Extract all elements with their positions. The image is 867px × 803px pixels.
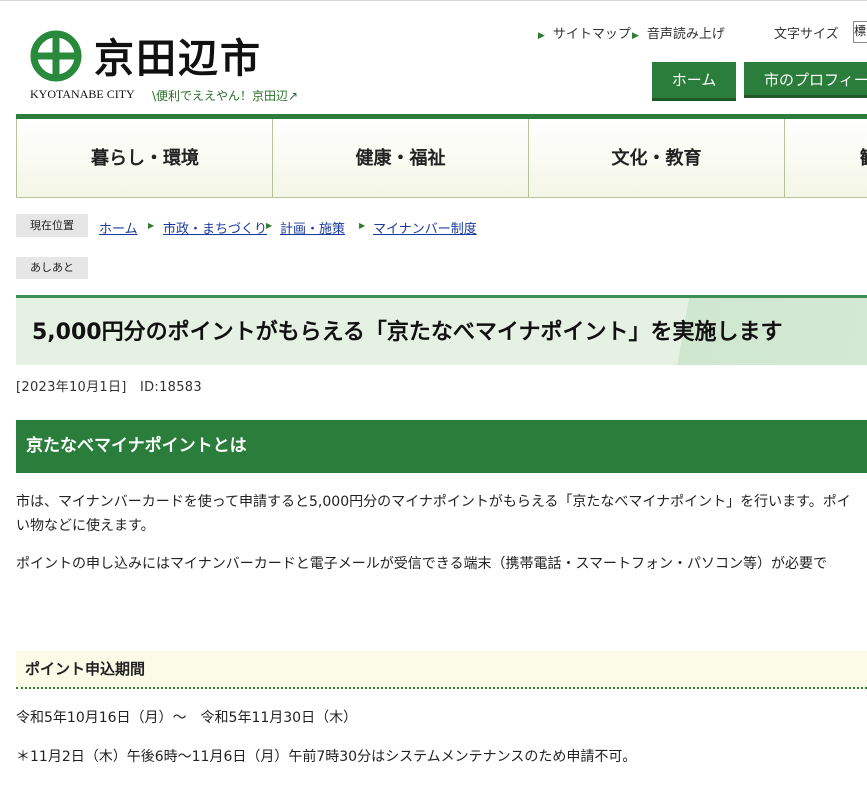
city-emblem-logo[interactable] [30,30,82,82]
nav-tourism[interactable]: 観 [784,119,867,198]
font-size-label: 文字サイズ [774,27,839,42]
date-and-id: [2023年10月1日] ID:18583 [16,380,202,395]
city-name-logo[interactable]: 京田辺市 [94,26,262,84]
triangle-right-icon: ▶ [266,221,273,230]
paragraph-intro-line1: 市は、マイナンバーカードを使って申請すると5,000円分のマイナポイントがもらえ… [16,494,851,510]
city-name-en: KYOTANABE CITY [30,87,135,101]
triangle-right-icon: ▶ [538,31,545,41]
application-period: 令和5年10月16日（月）～ 令和5年11月30日（木） [16,710,358,726]
nav-culture-education[interactable]: 文化・教育 [528,119,784,198]
breadcrumb-home-link[interactable]: ホーム [99,218,138,237]
global-navigation: 暮らし・環境 健康・福祉 文化・教育 観 [16,114,867,198]
home-button[interactable]: ホーム [652,62,736,101]
sitemap-link[interactable]: ▶ サイトマップ [538,23,631,42]
triangle-right-icon: ▶ [632,31,639,41]
city-profile-button[interactable]: 市のプロフィール [744,62,867,98]
paragraph-intro-line2: い物などに使えます。 [16,518,155,534]
paragraph-requirements: ポイントの申し込みにはマイナンバーカードと電子メールが受信できる端末（携帯電話・… [16,556,828,572]
breadcrumb-plans-link[interactable]: 計画・施策 [280,218,345,237]
city-slogan: \便利でええやん！京田辺↗ [152,89,299,103]
breadcrumb-mynumber-link[interactable]: マイナンバー制度 [373,218,477,237]
footprint-label: あしあと [16,257,88,279]
nav-health-welfare[interactable]: 健康・福祉 [272,119,528,198]
breadcrumb-label: 現在位置 [16,214,88,237]
breadcrumb-city-planning-link[interactable]: 市政・まちづくり [163,218,267,237]
top-border [0,0,867,5]
section-heading-about: 京たなべマイナポイントとは [16,420,867,473]
font-size-standard-button[interactable]: 標 [853,21,867,43]
page-title: 5,000円分のポイントがもらえる「京たなべマイナポイント」を実施します [32,320,783,345]
triangle-right-icon: ▶ [148,221,155,230]
nav-living-environment[interactable]: 暮らし・環境 [16,119,273,198]
read-aloud-link[interactable]: ▶ 音声読み上げ [632,23,725,42]
section-heading-period: ポイント申込期間 [16,651,867,689]
maintenance-note: ＊11月2日（木）午後6時～11月6日（月）午前7時30分はシステムメンテナンス… [16,749,637,765]
triangle-right-icon: ▶ [359,221,366,230]
